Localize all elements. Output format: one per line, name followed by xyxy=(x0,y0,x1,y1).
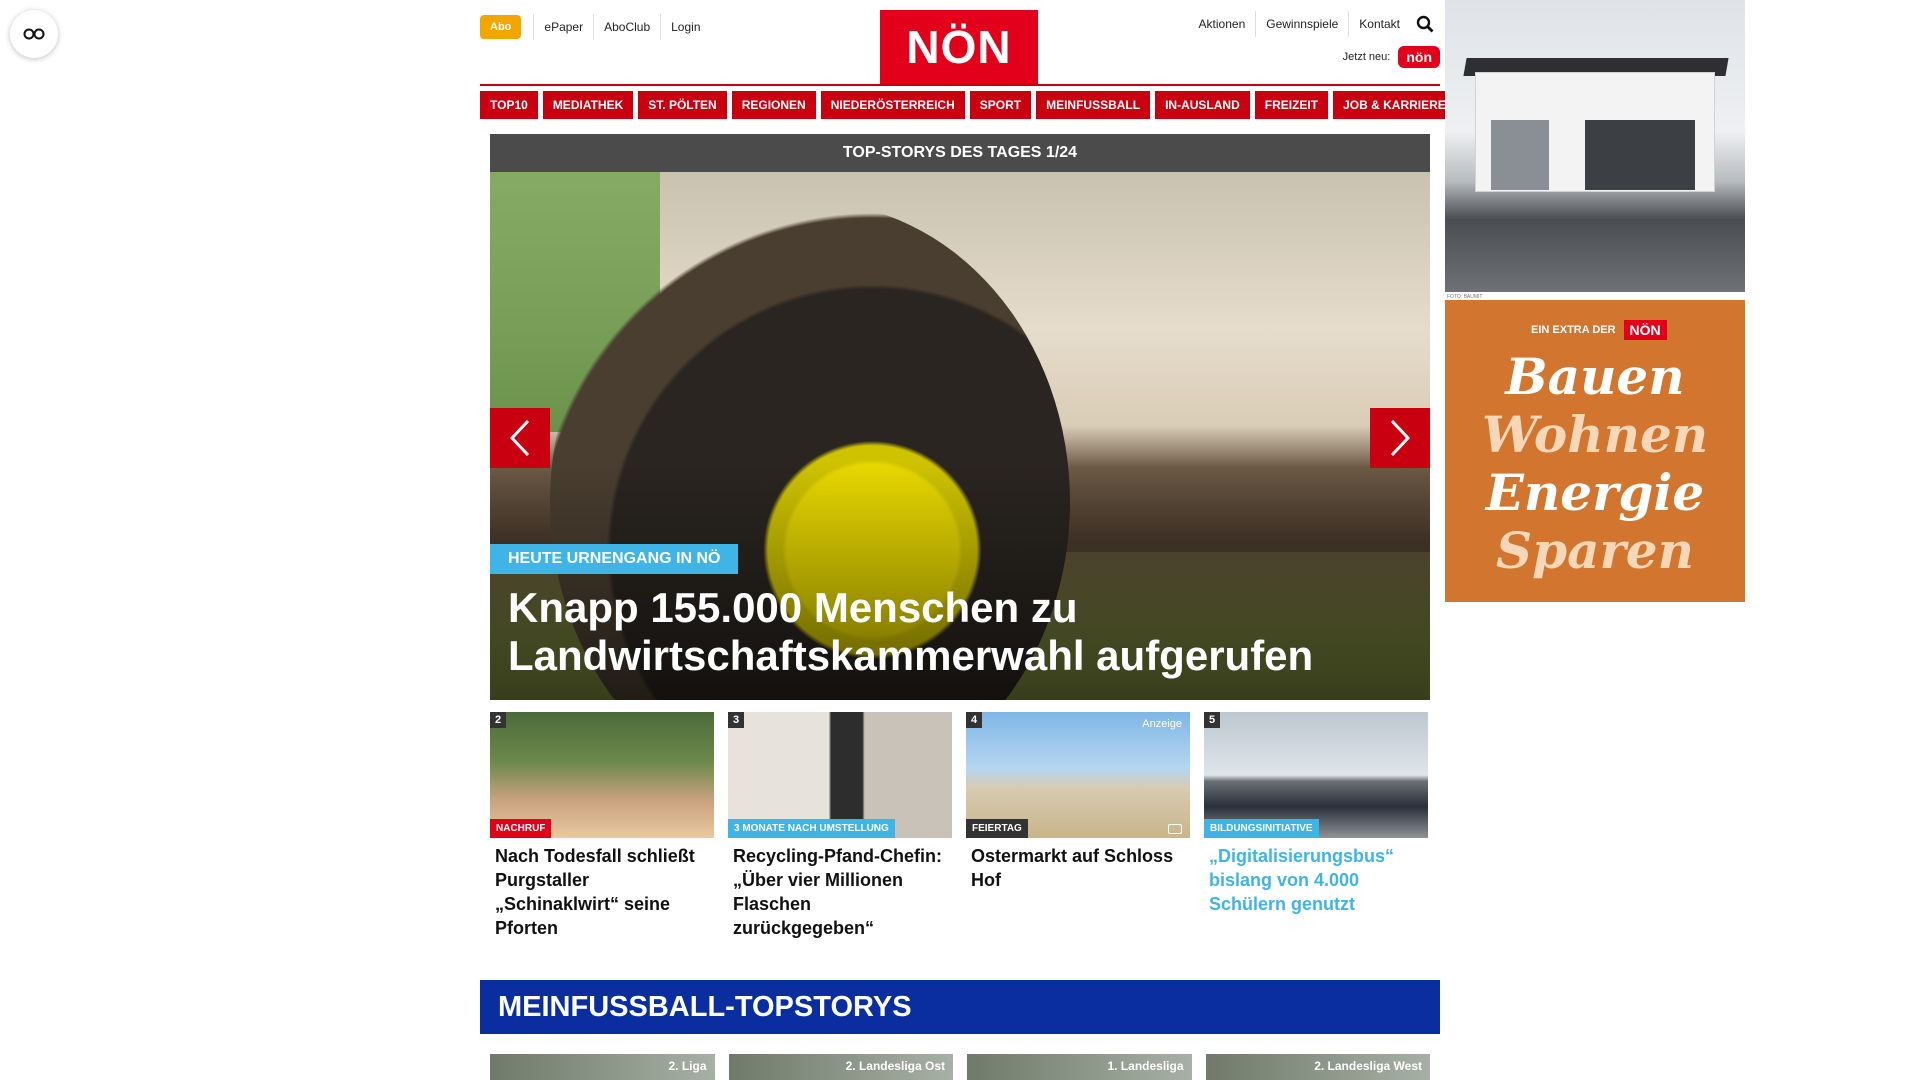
story-image: 3 3 MONATE NACH UMSTELLUNG xyxy=(728,712,952,838)
kleine-noen-logo[interactable]: nön xyxy=(1398,46,1440,68)
aktionen-link[interactable]: Aktionen xyxy=(1189,11,1256,37)
story-title[interactable]: Nach Todesfall schließt Purgstaller „Sch… xyxy=(490,838,714,940)
story-number: 5 xyxy=(1204,712,1221,728)
story-image: 2 NACHRUF xyxy=(490,712,714,838)
reading-glasses-icon xyxy=(23,28,45,40)
anzeige-label: Anzeige xyxy=(1142,718,1182,730)
extra-text: EIN EXTRA DER xyxy=(1531,324,1616,336)
house-garage xyxy=(1491,120,1549,190)
story-card[interactable]: 5 BILDUNGSINITIATIVE „Digitalisierungsbu… xyxy=(1204,712,1428,940)
league-label: 2. Landesliga Ost xyxy=(845,1059,945,1073)
nav-top10[interactable]: TOP10 xyxy=(480,91,538,119)
reader-mode-button[interactable] xyxy=(10,10,58,58)
story-card[interactable]: 4 Anzeige FEIERTAG Ostermarkt auf Schlos… xyxy=(966,712,1190,940)
story-number: 3 xyxy=(728,712,745,728)
league-label: 1. Landesliga xyxy=(1107,1059,1184,1073)
bauen-wohnen-ad[interactable]: EIN EXTRA DER NÖN Bauen Wohnen Energie S… xyxy=(1445,300,1745,602)
story-tag: NACHRUF xyxy=(490,819,552,838)
fussball-story-card[interactable]: 2. Landesliga West xyxy=(1205,1054,1430,1080)
login-link[interactable]: Login xyxy=(660,14,710,40)
top-stories-title: TOP-STORYS DES TAGES 1/24 xyxy=(490,134,1430,172)
ad-word-wohnen: Wohnen xyxy=(1481,405,1709,464)
house-window xyxy=(1585,120,1695,190)
fussball-story-card[interactable]: 1. Landesliga xyxy=(967,1054,1192,1080)
fussball-story-card[interactable]: 2. Landesliga Ost xyxy=(728,1054,953,1080)
kontakt-link[interactable]: Kontakt xyxy=(1348,11,1410,37)
site-logo[interactable]: NÖN xyxy=(880,10,1038,84)
ad-word-energie: Energie xyxy=(1485,463,1705,522)
meinfussball-heading: MEINFUSSBALL-TOPSTORYS xyxy=(480,980,1440,1034)
story-card[interactable]: 2 NACHRUF Nach Todesfall schließt Purgst… xyxy=(490,712,714,940)
top-nav-left: Abo ePaper AboClub Login xyxy=(480,14,711,40)
story-tag: 3 MONATE NACH UMSTELLUNG xyxy=(728,819,895,838)
story-tag: BILDUNGSINITIATIVE xyxy=(1204,819,1319,838)
house-ad[interactable] xyxy=(1445,0,1745,292)
ad-photo-caption: FOTO: BAUMIT xyxy=(1447,294,1483,300)
camera-icon xyxy=(1168,824,1182,834)
epaper-link[interactable]: ePaper xyxy=(533,14,593,40)
story-image: 5 BILDUNGSINITIATIVE xyxy=(1204,712,1428,838)
story-card[interactable]: 3 3 MONATE NACH UMSTELLUNG Recycling-Pfa… xyxy=(728,712,952,940)
hero-headline[interactable]: Knapp 155.000 Menschen zu Landwirtschaft… xyxy=(508,584,1408,680)
extra-logo: NÖN xyxy=(1623,320,1667,340)
ad-word-bauen: Bauen xyxy=(1505,347,1685,406)
story-number: 2 xyxy=(490,712,507,728)
nav-in-ausland[interactable]: IN-AUSLAND xyxy=(1155,91,1250,119)
hero-tag: HEUTE URNENGANG IN NÖ xyxy=(490,544,739,574)
nav-freizeit[interactable]: FREIZEIT xyxy=(1254,91,1329,119)
site-header: Abo ePaper AboClub Login NÖN Aktionen Ge… xyxy=(480,0,1440,86)
slider-next-button[interactable] xyxy=(1370,408,1430,468)
jetzt-neu: Jetzt neu: nön xyxy=(1343,46,1440,68)
abo-button[interactable]: Abo xyxy=(480,15,522,39)
nav-niederoesterreich[interactable]: NIEDERÖSTERREICH xyxy=(820,91,965,119)
search-icon xyxy=(1416,15,1434,33)
nav-sport[interactable]: SPORT xyxy=(969,91,1032,119)
meinfussball-cards: 2. Liga 2. Landesliga Ost 1. Landesliga … xyxy=(490,1054,1430,1080)
main-nav: TOP10 MEDIATHEK ST. PÖLTEN REGIONEN NIED… xyxy=(480,91,1456,119)
story-title[interactable]: „Digitalisierungsbus“ bislang von 4.000 … xyxy=(1204,838,1428,916)
story-number: 4 xyxy=(966,712,983,728)
search-button[interactable] xyxy=(1410,10,1440,38)
gewinnspiele-link[interactable]: Gewinnspiele xyxy=(1255,11,1348,37)
top-nav-right: Aktionen Gewinnspiele Kontakt xyxy=(1189,10,1440,38)
nav-mediathek[interactable]: MEDIATHEK xyxy=(542,91,634,119)
nav-job-karriere[interactable]: JOB & KARRIERE xyxy=(1333,91,1456,119)
aboclub-link[interactable]: AboClub xyxy=(593,14,660,40)
nav-st-poelten[interactable]: ST. PÖLTEN xyxy=(638,91,727,119)
jetzt-neu-label: Jetzt neu: xyxy=(1342,51,1391,63)
nav-meinfussball[interactable]: MEINFUSSBALL xyxy=(1036,91,1151,119)
ad-words: Bauen Wohnen Energie Sparen xyxy=(1445,348,1745,580)
league-label: 2. Landesliga West xyxy=(1314,1059,1422,1073)
chevron-right-icon xyxy=(1390,419,1411,457)
story-title[interactable]: Ostermarkt auf Schloss Hof xyxy=(966,838,1190,892)
story-image: 4 Anzeige FEIERTAG xyxy=(966,712,1190,838)
league-label: 2. Liga xyxy=(668,1059,707,1073)
extra-badge: EIN EXTRA DER NÖN xyxy=(1531,320,1667,340)
slider-prev-button[interactable] xyxy=(490,408,550,468)
nav-regionen[interactable]: REGIONEN xyxy=(731,91,816,119)
ad-word-sparen: Sparen xyxy=(1496,521,1694,580)
story-title[interactable]: Recycling-Pfand-Chefin: „Über vier Milli… xyxy=(728,838,952,940)
fussball-story-card[interactable]: 2. Liga xyxy=(490,1054,715,1080)
chevron-left-icon xyxy=(509,419,530,457)
story-tag: FEIERTAG xyxy=(966,819,1028,838)
hero-story[interactable]: HEUTE URNENGANG IN NÖ Knapp 155.000 Mens… xyxy=(490,172,1430,700)
story-cards: 2 NACHRUF Nach Todesfall schließt Purgst… xyxy=(490,712,1430,940)
